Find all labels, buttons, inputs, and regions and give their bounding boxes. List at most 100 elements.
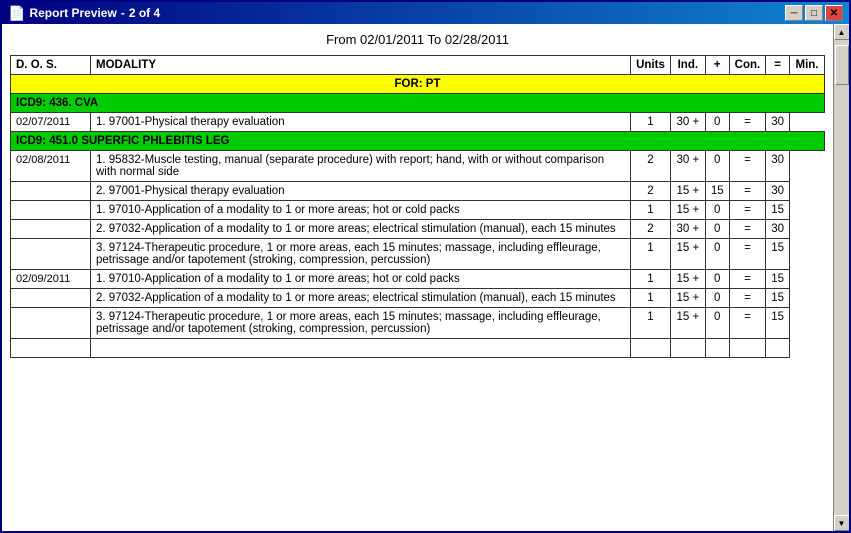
title-bar-controls: ─ □ ✕ [785,5,843,21]
units-cell: 1 [631,201,671,220]
table-row: 02/09/2011 1. 97010-Application of a mod… [11,270,825,289]
dos-cell: 02/07/2011 [11,113,91,132]
dos-cell [11,220,91,239]
eq-cell: = [729,270,766,289]
table-row: 3. 97124-Therapeutic procedure, 1 or mor… [11,308,825,339]
page-info: 2 of 4 [129,6,160,20]
col-eq: = [766,56,790,75]
ind-cell: 30 + [670,113,705,132]
units-cell: 2 [631,151,671,182]
modality-cell: 2. 97001-Physical therapy evaluation [91,182,631,201]
eq-cell: = [729,201,766,220]
min-cell: 15 [766,289,790,308]
dos-cell [11,308,91,339]
con-cell: 0 [705,308,729,339]
table-row: 1. 97010-Application of a modality to 1 … [11,201,825,220]
units-cell: 2 [631,220,671,239]
col-units: Units [631,56,671,75]
empty-cell [705,339,729,358]
modality-cell: 1. 97010-Application of a modality to 1 … [91,201,631,220]
min-cell: 30 [766,220,790,239]
for-pt-row: FOR: PT [11,75,825,94]
empty-cell [631,339,671,358]
eq-cell: = [729,113,766,132]
window-icon: 📄 [8,5,25,22]
ind-cell: 30 + [670,151,705,182]
eq-cell: = [729,182,766,201]
modality-cell: 2. 97032-Application of a modality to 1 … [91,220,631,239]
modality-cell: 3. 97124-Therapeutic procedure, 1 or mor… [91,308,631,339]
empty-cell [670,339,705,358]
dos-cell [11,289,91,308]
units-cell: 1 [631,270,671,289]
scroll-up-button[interactable]: ▲ [834,24,850,40]
ind-cell: 15 + [670,308,705,339]
report-table: D. O. S. MODALITY Units Ind. + Con. = Mi… [10,55,825,358]
units-cell: 1 [631,308,671,339]
close-button[interactable]: ✕ [825,5,843,21]
table-row: 2. 97001-Physical therapy evaluation 2 1… [11,182,825,201]
ind-cell: 15 + [670,289,705,308]
modality-cell: 2. 97032-Application of a modality to 1 … [91,289,631,308]
con-cell: 0 [705,151,729,182]
units-cell: 1 [631,113,671,132]
table-row: 02/07/2011 1. 97001-Physical therapy eva… [11,113,825,132]
content-area: From 02/01/2011 To 02/28/2011 D. O. S. M… [2,24,849,531]
min-cell: 30 [766,182,790,201]
report-content: From 02/01/2011 To 02/28/2011 D. O. S. M… [2,24,833,531]
dos-cell [11,239,91,270]
eq-cell: = [729,239,766,270]
dos-cell [11,182,91,201]
table-row: 2. 97032-Application of a modality to 1 … [11,220,825,239]
min-cell: 15 [766,308,790,339]
report-date-range: From 02/01/2011 To 02/28/2011 [10,32,825,47]
con-cell: 0 [705,270,729,289]
dos-cell: 02/08/2011 [11,151,91,182]
col-plus: + [705,56,729,75]
con-cell: 0 [705,289,729,308]
dos-cell [11,201,91,220]
title-bar: 📄 Report Preview - 2 of 4 ─ □ ✕ [2,2,849,24]
modality-cell: 3. 97124-Therapeutic procedure, 1 or mor… [91,239,631,270]
icd-label-2: ICD9: 451.0 SUPERFIC PHLEBITIS LEG [11,132,825,151]
units-cell: 1 [631,289,671,308]
min-cell: 15 [766,270,790,289]
empty-cell [766,339,790,358]
eq-cell: = [729,308,766,339]
table-row: 02/08/2011 1. 95832-Muscle testing, manu… [11,151,825,182]
icd-row-1: ICD9: 436. CVA [11,94,825,113]
modality-cell: 1. 97001-Physical therapy evaluation [91,113,631,132]
min-cell: 30 [766,113,790,132]
main-window: 📄 Report Preview - 2 of 4 ─ □ ✕ From 02/… [0,0,851,533]
minimize-button[interactable]: ─ [785,5,803,21]
dos-cell: 02/09/2011 [11,270,91,289]
maximize-button[interactable]: □ [805,5,823,21]
vertical-scrollbar: ▲ ▼ [833,24,849,531]
min-cell: 15 [766,201,790,220]
empty-cell [11,339,91,358]
eq-cell: = [729,289,766,308]
title-bar-left: 📄 Report Preview - 2 of 4 [8,5,160,22]
con-cell: 0 [705,113,729,132]
col-ind: Ind. [670,56,705,75]
ind-cell: 15 + [670,270,705,289]
ind-cell: 15 + [670,201,705,220]
col-modality: MODALITY [91,56,631,75]
min-cell: 15 [766,239,790,270]
scroll-down-button[interactable]: ▼ [834,515,850,531]
table-header-row: D. O. S. MODALITY Units Ind. + Con. = Mi… [11,56,825,75]
window-title-dash: - [121,6,125,20]
empty-cell [91,339,631,358]
window-title: Report Preview [29,6,116,20]
scrollbar-thumb[interactable] [835,45,849,85]
table-row: 3. 97124-Therapeutic procedure, 1 or mor… [11,239,825,270]
eq-cell: = [729,220,766,239]
scrollbar-track[interactable] [834,40,849,515]
units-cell: 2 [631,182,671,201]
for-pt-label: FOR: PT [11,75,825,94]
ind-cell: 30 + [670,220,705,239]
empty-cell [729,339,766,358]
col-min: Min. [790,56,825,75]
ind-cell: 15 + [670,239,705,270]
icd-label-1: ICD9: 436. CVA [11,94,825,113]
